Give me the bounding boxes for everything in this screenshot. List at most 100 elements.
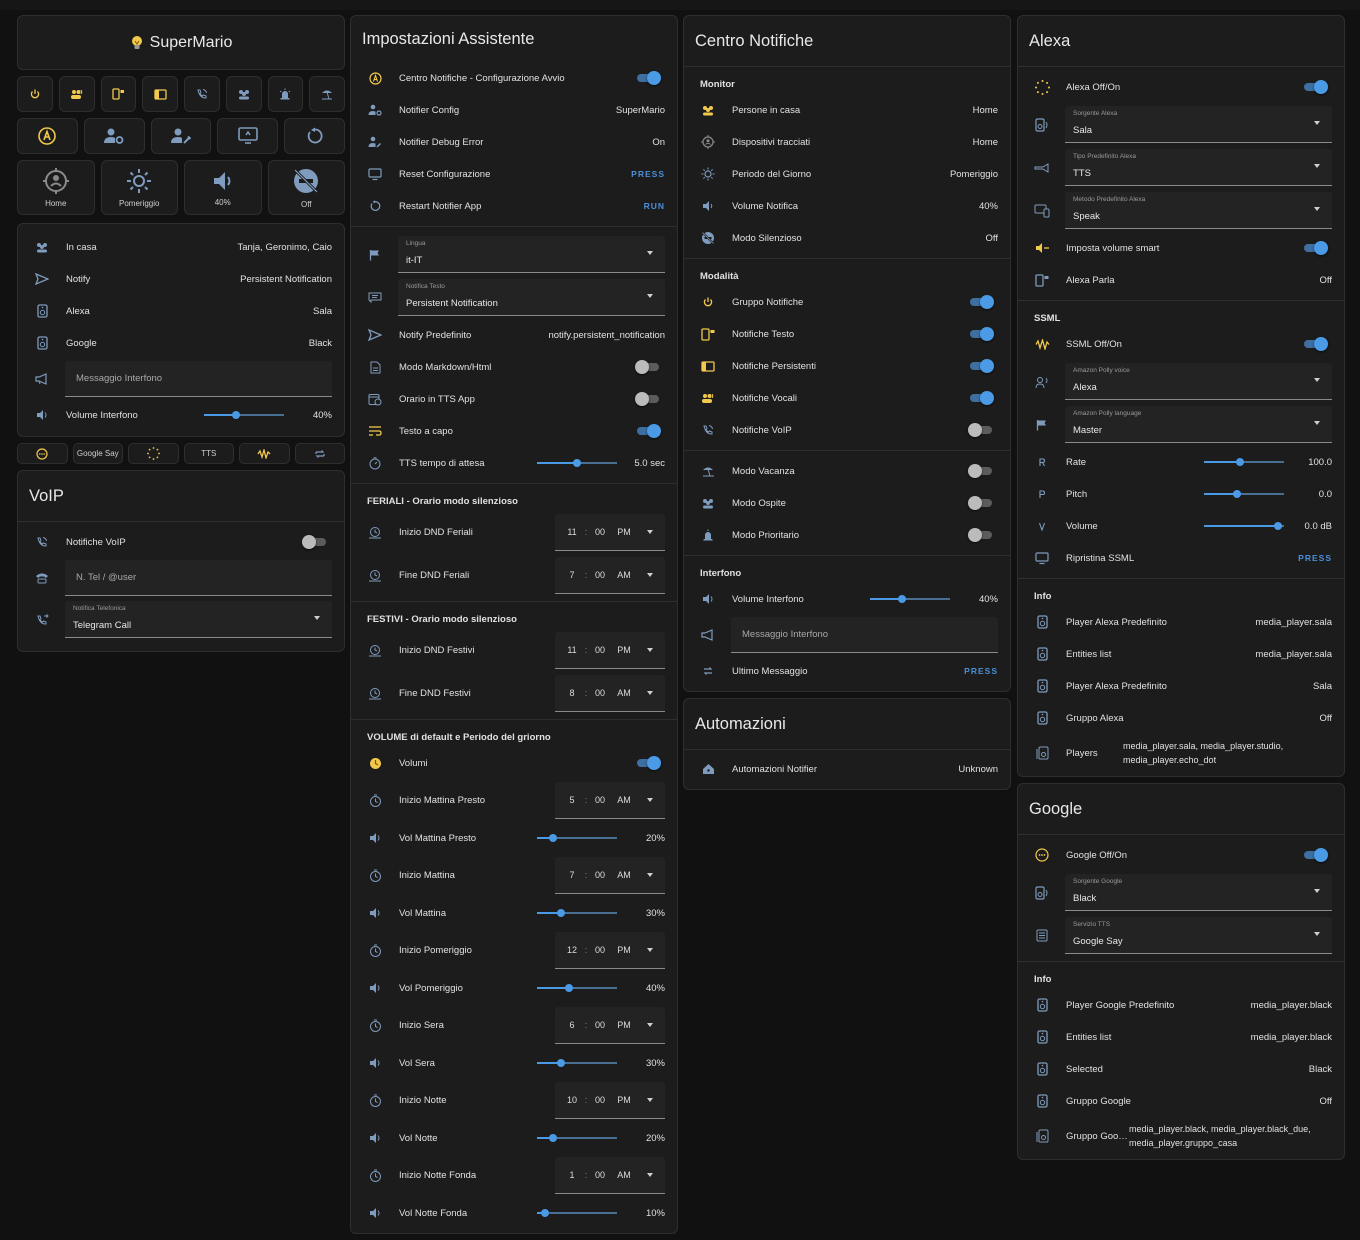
intercom-message-input[interactable]: Messaggio Interfono [65, 361, 332, 397]
restart-button[interactable] [284, 118, 345, 154]
feriali-time-picker[interactable]: 7:00 AM [555, 557, 665, 594]
hour-field[interactable]: 11 [563, 645, 581, 655]
google-tts-select[interactable]: Servizio TTS Google Say [1065, 917, 1332, 954]
message-chip[interactable] [294, 443, 345, 464]
notifica-testo-select[interactable]: Notifica Testo Persistent Notification [398, 279, 665, 316]
modalita-toggle[interactable] [968, 359, 994, 373]
period-time-picker[interactable]: 10:00 PM [555, 1082, 665, 1119]
alexa-parla-row[interactable]: Alexa Parla Off [1018, 264, 1344, 296]
monitor-row[interactable]: Modo Silenzioso Off [684, 222, 1010, 254]
ssml-chip[interactable] [239, 443, 290, 464]
period-volume-slider[interactable] [537, 1132, 617, 1144]
ampm-field[interactable]: AM [609, 570, 639, 580]
info-row[interactable]: Entities list media_player.sala [1018, 638, 1344, 670]
orario-tts-toggle[interactable] [635, 392, 661, 406]
volume-button[interactable]: 40% [184, 160, 262, 215]
testo-capo-toggle[interactable] [635, 424, 661, 438]
minute-field[interactable]: 00 [591, 645, 609, 655]
person-header-card[interactable]: SuperMario [17, 15, 345, 70]
guest-button[interactable] [225, 76, 262, 112]
modo-toggle[interactable] [968, 464, 994, 478]
alexa-type-select[interactable]: Tipo Predefinito Alexa TTS [1065, 149, 1332, 186]
tts-chip[interactable]: TTS [183, 443, 234, 464]
ampm-field[interactable]: PM [609, 1020, 639, 1030]
minute-field[interactable]: 00 [591, 945, 609, 955]
pitch-slider[interactable] [1204, 488, 1284, 500]
voip-toggle[interactable] [302, 535, 328, 549]
home-button[interactable]: Home [17, 160, 95, 215]
info-row[interactable]: Gruppo Google Off [1018, 1085, 1344, 1117]
hour-field[interactable]: 10 [563, 1095, 581, 1105]
google-toggle-chip[interactable] [17, 443, 68, 464]
modalita-toggle[interactable] [968, 295, 994, 309]
ssml-onoff-toggle[interactable] [1302, 337, 1328, 351]
power-toggle-button[interactable] [17, 76, 53, 112]
hour-field[interactable]: 7 [563, 870, 581, 880]
modalita-toggle[interactable] [968, 423, 994, 437]
info-row[interactable]: Gruppo Alexa Off [1018, 702, 1344, 734]
vacation-button[interactable] [309, 76, 345, 112]
alexa-source-select[interactable]: Sorgente Alexa Sala [1065, 106, 1332, 143]
tts-wait-slider[interactable] [537, 457, 617, 469]
ampm-field[interactable]: AM [609, 795, 639, 805]
minute-field[interactable]: 00 [591, 870, 609, 880]
in-casa-row[interactable]: In casa Tanja, Geronimo, Caio [18, 231, 344, 263]
text-notify-button[interactable] [100, 76, 137, 112]
info-row[interactable]: Selected Black [1018, 1053, 1344, 1085]
hour-field[interactable]: 11 [563, 527, 581, 537]
restart-app-run-button[interactable]: RUN [644, 201, 665, 211]
reset-config-press-button[interactable]: PRESS [631, 169, 665, 179]
info-row[interactable]: Player Google Predefinito media_player.bl… [1018, 989, 1344, 1021]
festivi-time-picker[interactable]: 8:00 AM [555, 675, 665, 712]
dnd-button[interactable]: Off [267, 160, 345, 215]
feriali-time-picker[interactable]: 11:00 PM [555, 514, 665, 551]
minute-field[interactable]: 00 [591, 1170, 609, 1180]
period-time-picker[interactable]: 1:00 AM [555, 1157, 665, 1194]
minute-field[interactable]: 00 [591, 688, 609, 698]
hour-field[interactable]: 12 [563, 945, 581, 955]
hour-field[interactable]: 7 [563, 570, 581, 580]
modo-toggle[interactable] [968, 528, 994, 542]
period-time-picker[interactable]: 5:00 AM [555, 782, 665, 819]
phone-notify-select[interactable]: Notifica Telefonica Telegram Call [65, 601, 332, 638]
phone-input[interactable]: N. Tel / @user [65, 560, 332, 596]
rate-slider[interactable] [1204, 456, 1284, 468]
modalita-toggle[interactable] [968, 327, 994, 341]
period-volume-slider[interactable] [537, 907, 617, 919]
period-time-picker[interactable]: 12:00 PM [555, 932, 665, 969]
google-say-chip[interactable]: Google Say [72, 443, 123, 464]
reset-button[interactable] [217, 118, 279, 154]
monitor-row[interactable]: Persone in casa Home [684, 94, 1010, 126]
lingua-select[interactable]: Lingua it-IT [398, 236, 665, 273]
period-time-picker[interactable]: 6:00 PM [555, 1007, 665, 1044]
notify-row[interactable]: Notify Persistent Notification [18, 263, 344, 295]
ampm-field[interactable]: AM [609, 870, 639, 880]
voice-group-button[interactable] [58, 76, 95, 112]
modo-toggle[interactable] [968, 496, 994, 510]
festivi-time-picker[interactable]: 11:00 PM [555, 632, 665, 669]
alexa-row[interactable]: Alexa Sala [18, 295, 344, 327]
automazioni-row[interactable]: Automazioni Notifier Unknown [684, 753, 1010, 785]
period-volume-slider[interactable] [537, 832, 617, 844]
assistant-config-button[interactable] [17, 118, 78, 154]
notifier-config-row[interactable]: Notifier Config SuperMario [351, 94, 677, 126]
info-row[interactable]: Entities list media_player.black [1018, 1021, 1344, 1053]
ampm-field[interactable]: PM [609, 645, 639, 655]
minute-field[interactable]: 00 [591, 795, 609, 805]
notify-predefinito-row[interactable]: Notify Predefinito notify.persistent_noti… [351, 319, 677, 351]
period-time-picker[interactable]: 7:00 AM [555, 857, 665, 894]
hour-field[interactable]: 6 [563, 1020, 581, 1030]
polly-voice-select[interactable]: Amazon Polly voice Alexa [1065, 363, 1332, 400]
markdown-toggle[interactable] [635, 360, 661, 374]
config-avvio-toggle[interactable] [635, 71, 661, 85]
ampm-field[interactable]: PM [609, 1095, 639, 1105]
intercom-volume-slider[interactable] [204, 409, 284, 421]
alexa-method-select[interactable]: Metodo Predefinito Alexa Speak [1065, 192, 1332, 229]
voip-button[interactable] [184, 76, 220, 112]
ampm-field[interactable]: PM [609, 945, 639, 955]
hour-field[interactable]: 8 [563, 688, 581, 698]
debug-error-row[interactable]: Notifier Debug Error On [351, 126, 677, 158]
alexa-toggle-chip[interactable] [128, 443, 179, 464]
last-message-press-button[interactable]: PRESS [964, 666, 998, 676]
ampm-field[interactable]: AM [609, 1170, 639, 1180]
